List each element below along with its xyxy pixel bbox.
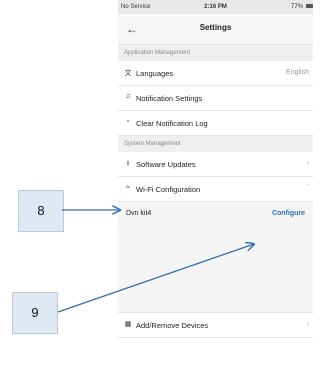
step-8-label: 8: [18, 190, 64, 232]
time-text: 2:16 PM: [204, 4, 227, 10]
battery-text: 77%: [290, 4, 303, 10]
chevron-right-icon: ›: [306, 319, 309, 328]
step-9-label: 9: [12, 292, 58, 334]
configure-button[interactable]: Configure: [272, 210, 305, 217]
status-bar: No Service 2:16 PM 77%: [118, 0, 313, 14]
wifi-icon: ≈: [126, 184, 130, 191]
chevron-up-icon: ˆ: [306, 183, 309, 192]
settings-screen: No Service 2:16 PM 77% ← Settings Applic…: [118, 0, 313, 365]
notification-settings-row[interactable]: ♫ Notification Settings: [118, 86, 313, 111]
languages-value: English: [286, 69, 309, 76]
languages-row[interactable]: 文 Languages English: [118, 61, 313, 86]
add-remove-devices-row[interactable]: ▦ Add/Remove Devices ›: [118, 313, 313, 338]
notification-settings-label: Notification Settings: [136, 94, 203, 103]
software-updates-row[interactable]: ⭳ Software Updates ›: [118, 152, 313, 177]
wifi-configuration-row[interactable]: ≈ Wi-Fi Configuration ˆ: [118, 177, 313, 202]
wifi-device-row: Dvn kit4 Configure: [118, 202, 313, 222]
wifi-config-panel: Dvn kit4 Configure: [118, 202, 313, 313]
devices-icon: ▦: [124, 321, 132, 328]
device-name: Dvn kit4: [126, 210, 152, 217]
translate-icon: 文: [124, 70, 132, 77]
section-header-system-management: System Management: [118, 136, 313, 152]
clear-notification-log-label: Clear Notification Log: [136, 119, 208, 128]
trash-icon: ▫: [126, 118, 130, 125]
software-updates-label: Software Updates: [136, 160, 196, 169]
chevron-right-icon: ›: [306, 158, 309, 167]
download-icon: ⭳: [126, 160, 130, 167]
wifi-configuration-label: Wi-Fi Configuration: [136, 185, 201, 194]
section-header-application-management: Application Management: [118, 45, 313, 61]
languages-label: Languages: [136, 69, 174, 78]
add-remove-devices-label: Add/Remove Devices: [136, 321, 209, 330]
page-title: Settings: [199, 23, 232, 32]
clear-notification-log-row[interactable]: ▫ Clear Notification Log: [118, 111, 313, 136]
bell-icon: ♫: [125, 93, 131, 100]
battery-icon: [306, 4, 313, 8]
header: ← Settings: [118, 14, 313, 45]
